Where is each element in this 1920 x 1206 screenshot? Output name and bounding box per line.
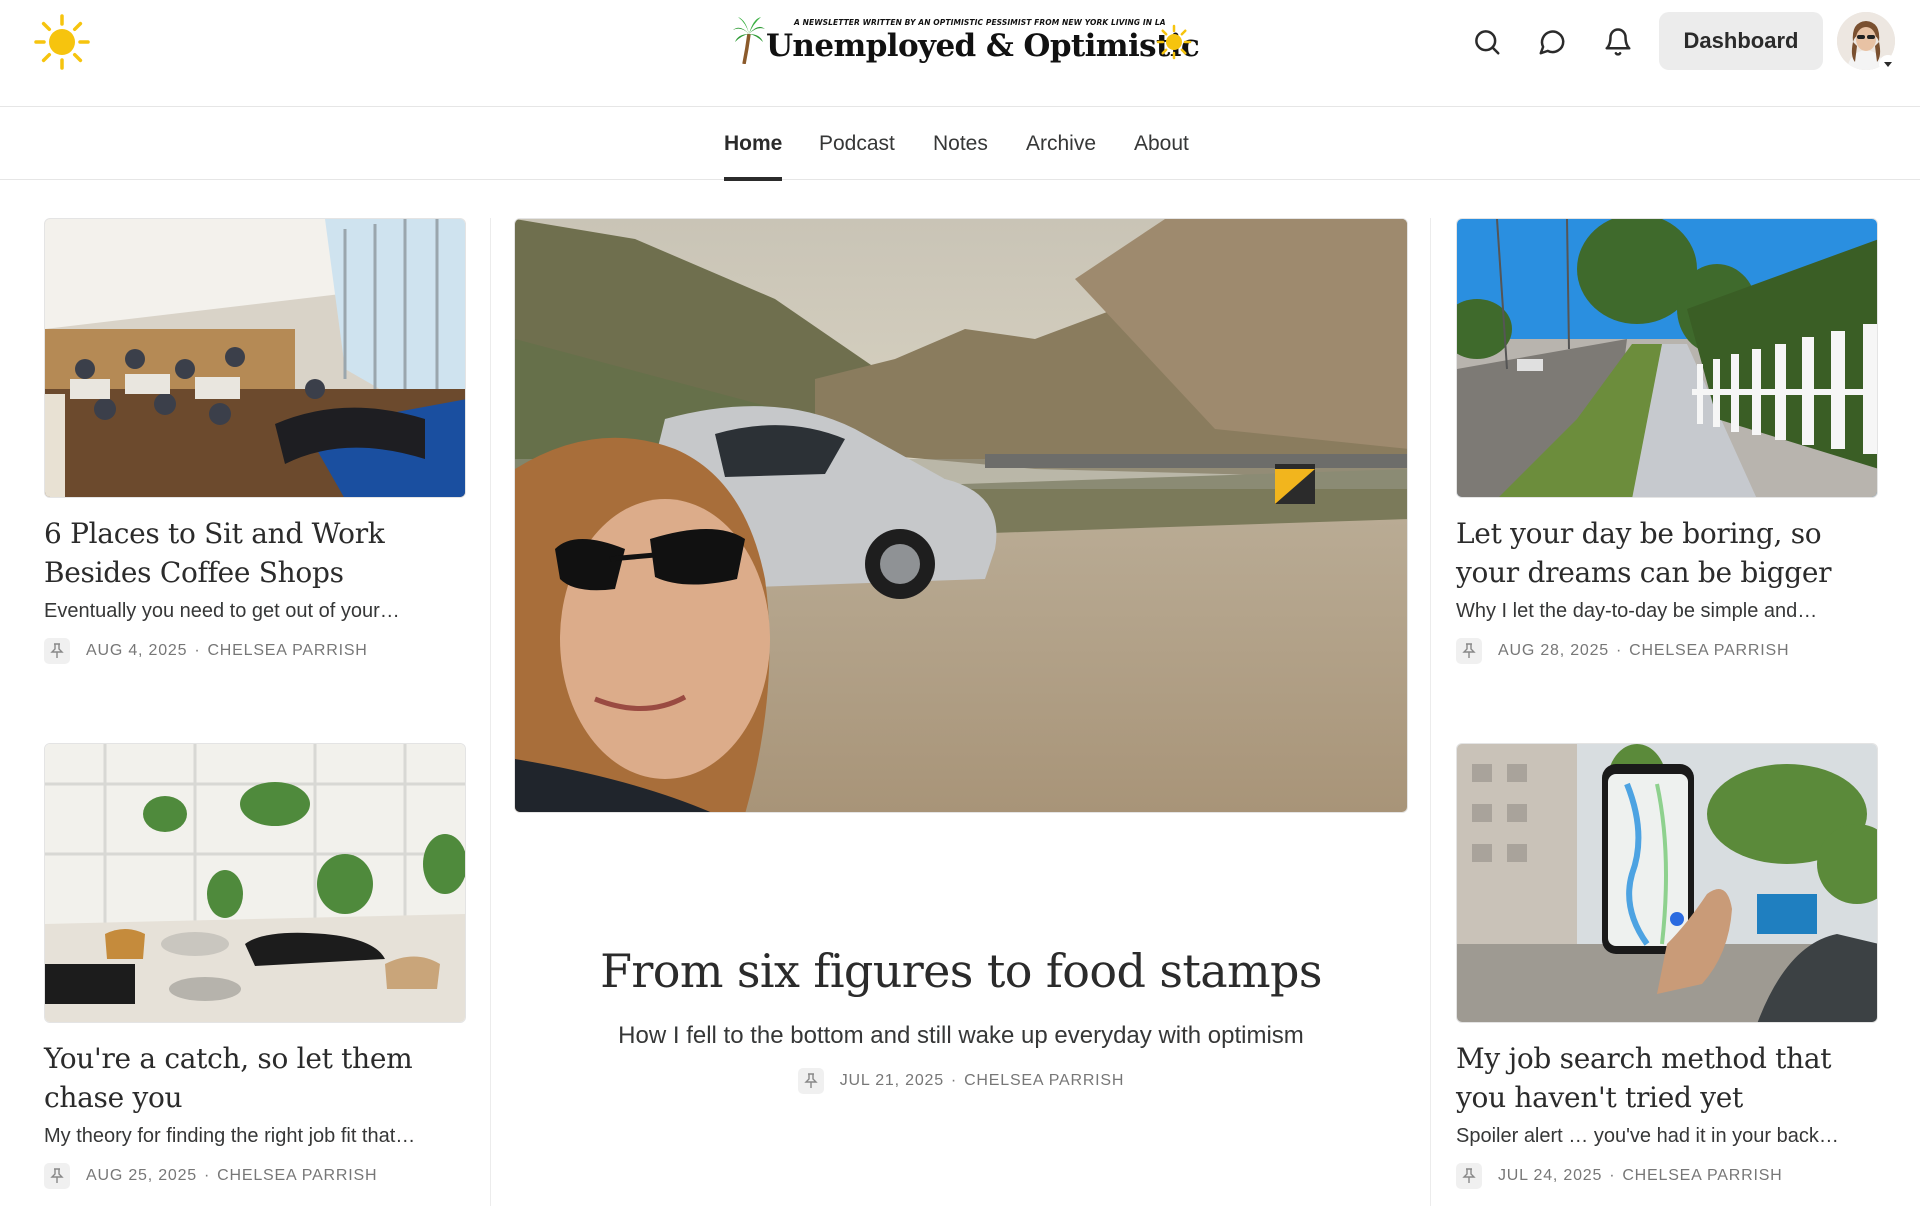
post-thumbnail[interactable] (44, 218, 466, 498)
post-subtitle: Eventually you need to get out of your… (44, 600, 400, 622)
selfie-canyon-image (515, 219, 1407, 812)
post-meta: AUG 28, 2025 · CHELSEA PARRISH (1456, 638, 1878, 664)
featured-title[interactable]: From six figures to food stamps (514, 944, 1408, 998)
featured-subtitle: How I fell to the bottom and still wake … (618, 1022, 1304, 1049)
publication-logo[interactable]: A NEWSLETTER WRITTEN BY AN OPTIMISTIC PE… (732, 14, 1200, 72)
nav-podcast[interactable]: Podcast (819, 108, 895, 180)
section-nav: Home Podcast Notes Archive About (0, 108, 1920, 181)
featured-meta: JUL 21, 2025 · CHELSEA PARRISH (514, 1068, 1408, 1094)
post-thumbnail[interactable] (1456, 743, 1878, 1023)
nav-notes[interactable]: Notes (933, 108, 988, 180)
featured-post: From six figures to food stamps How I fe… (514, 218, 1408, 1094)
featured-image[interactable] (514, 218, 1408, 813)
post-title[interactable]: My job search method that you haven't tr… (1456, 1039, 1878, 1117)
post-card[interactable]: 6 Places to Sit and Work Besides Coffee … (44, 218, 466, 664)
restaurant-interior-image (45, 219, 465, 497)
masthead-tagline: A NEWSLETTER WRITTEN BY AN OPTIMISTIC PE… (794, 18, 1166, 27)
post-thumbnail[interactable] (44, 743, 466, 1023)
post-date: AUG 28, 2025 (1498, 642, 1609, 659)
pin-icon (44, 638, 70, 664)
column-divider (490, 218, 491, 1206)
post-thumbnail[interactable] (1456, 218, 1878, 498)
post-card[interactable]: You're a catch, so let them chase you My… (44, 743, 466, 1189)
phone-map-image (1457, 744, 1877, 1022)
notifications-button[interactable] (1598, 22, 1638, 62)
pin-icon (797, 1068, 824, 1094)
post-author[interactable]: CHELSEA PARRISH (1622, 1167, 1782, 1185)
nav-archive[interactable]: Archive (1026, 108, 1096, 180)
post-author[interactable]: CHELSEA PARRISH (1629, 642, 1789, 660)
post-title[interactable]: 6 Places to Sit and Work Besides Coffee … (44, 514, 466, 592)
top-header: A NEWSLETTER WRITTEN BY AN OPTIMISTIC PE… (0, 0, 1920, 107)
post-subtitle: Why I let the day-to-day be simple and… (1456, 600, 1818, 622)
post-subtitle: My theory for finding the right job fit … (44, 1125, 416, 1147)
palm-tree-icon (733, 17, 765, 64)
chevron-down-icon (1884, 62, 1892, 67)
featured-author[interactable]: CHELSEA PARRISH (964, 1072, 1124, 1090)
post-date: JUL 24, 2025 (1498, 1167, 1603, 1184)
featured-date: JUL 21, 2025 (839, 1072, 944, 1089)
sun-icon (1156, 24, 1192, 60)
post-meta: AUG 25, 2025 · CHELSEA PARRISH (44, 1163, 466, 1189)
bell-icon (1605, 28, 1631, 56)
pin-icon (1456, 1163, 1482, 1189)
post-title[interactable]: Let your day be boring, so your dreams c… (1456, 514, 1878, 592)
nav-about[interactable]: About (1134, 108, 1189, 180)
nav-home[interactable]: Home (724, 108, 783, 181)
pin-icon (1456, 638, 1482, 664)
chat-button[interactable] (1532, 22, 1572, 62)
atrium-interior-image (45, 744, 465, 1022)
search-button[interactable] (1467, 22, 1507, 62)
post-date: AUG 4, 2025 (86, 642, 188, 659)
post-meta: AUG 4, 2025 · CHELSEA PARRISH (44, 638, 466, 664)
post-author[interactable]: CHELSEA PARRISH (207, 642, 367, 660)
pin-icon (44, 1163, 70, 1189)
dashboard-button[interactable]: Dashboard (1659, 12, 1823, 70)
post-date: AUG 25, 2025 (86, 1167, 197, 1184)
post-title[interactable]: You're a catch, so let them chase you (44, 1039, 466, 1117)
column-divider (1430, 218, 1431, 1206)
post-subtitle: Spoiler alert … you've had it in your ba… (1456, 1125, 1839, 1147)
post-card[interactable]: Let your day be boring, so your dreams c… (1456, 218, 1878, 664)
account-menu-toggle[interactable] (1879, 55, 1897, 73)
search-icon (1475, 30, 1500, 55)
post-author[interactable]: CHELSEA PARRISH (217, 1167, 377, 1185)
post-card[interactable]: My job search method that you haven't tr… (1456, 743, 1878, 1189)
publication-wordmark: Unemployed & Optimistic (766, 28, 1200, 64)
chat-bubble-icon (1539, 30, 1565, 55)
sun-icon[interactable] (34, 14, 90, 70)
sidewalk-fence-image (1457, 219, 1877, 497)
post-meta: JUL 24, 2025 · CHELSEA PARRISH (1456, 1163, 1878, 1189)
